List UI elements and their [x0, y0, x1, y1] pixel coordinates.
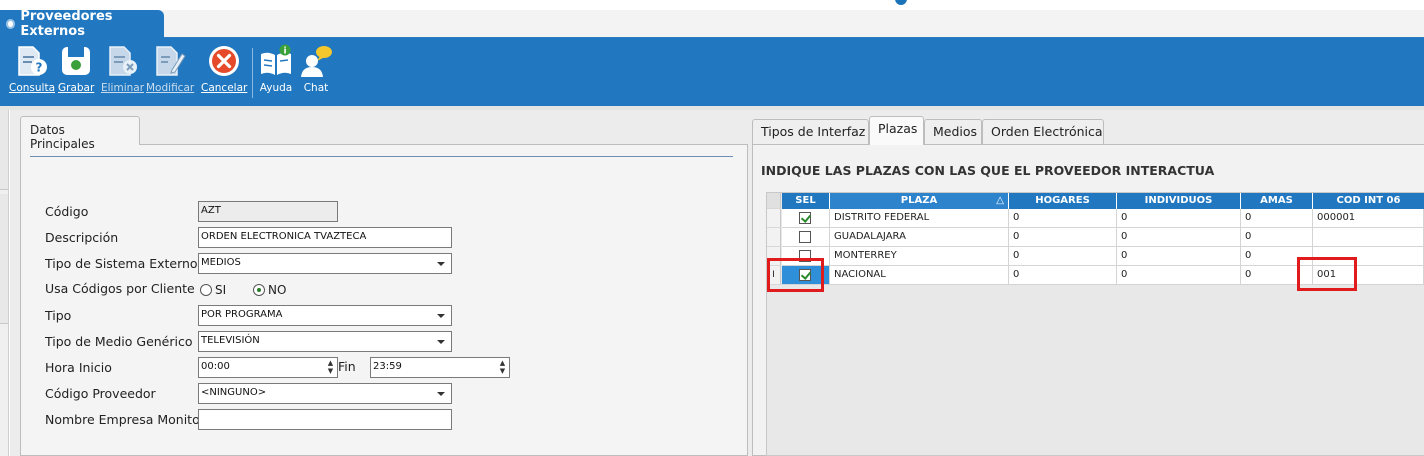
cancelar-button[interactable]: Cancelar [201, 44, 247, 94]
table-cell-hogares[interactable]: 0 [1009, 209, 1117, 228]
svg-text:?: ? [36, 61, 43, 75]
checkbox-unchecked-icon[interactable] [799, 231, 811, 243]
document-edit-icon [152, 44, 188, 78]
panel-divider [30, 156, 733, 157]
chat-button[interactable]: Chat [298, 44, 334, 94]
eliminar-button[interactable]: Eliminar [101, 44, 144, 94]
table-cell-individuos[interactable]: 0 [1117, 266, 1241, 285]
table-cell-plaza: GUADALAJARA [830, 228, 1009, 247]
radio-selected-icon [253, 284, 265, 296]
window-tab[interactable]: Proveedores Externos [0, 9, 164, 39]
toolbar-separator [252, 48, 253, 98]
row-header[interactable] [767, 228, 781, 247]
column-header-plaza[interactable]: PLAZA △ [830, 193, 1009, 209]
table-cell-amas[interactable]: 0 [1241, 209, 1313, 228]
table-cell-plaza: NACIONAL [830, 266, 1009, 285]
grabar-button[interactable]: Grabar [58, 44, 94, 94]
table-cell-hogares[interactable]: 0 [1009, 266, 1117, 285]
table-cell-amas[interactable]: 0 [1241, 228, 1313, 247]
consulta-button[interactable]: ? Consulta [9, 44, 55, 94]
checkbox-checked-icon[interactable] [799, 212, 811, 224]
document-delete-icon [105, 44, 141, 78]
row-header[interactable] [767, 209, 781, 228]
gutter-section-bottom [0, 194, 8, 324]
table-cell-plaza: DISTRITO FEDERAL [830, 209, 1009, 228]
tipo-select[interactable]: POR PROGRAMA [198, 305, 452, 326]
tipo-sistema-label: Tipo de Sistema Externo [45, 256, 198, 271]
descripcion-label: Descripción [45, 230, 119, 245]
nombre-empresa-field[interactable] [198, 409, 452, 430]
spinner-icon[interactable]: ▲ ▼ [498, 359, 507, 376]
chevron-down-icon [437, 262, 445, 266]
svg-text:i: i [283, 47, 286, 57]
tab-plazas[interactable]: Plazas [869, 116, 924, 145]
column-header-individuos[interactable]: INDIVIDUOS [1117, 193, 1241, 209]
fin-label: Fin [338, 359, 356, 374]
left-gutter[interactable] [0, 110, 9, 456]
highlight-box-cod [1297, 257, 1357, 291]
document-question-icon: ? [14, 44, 50, 78]
table-cell-individuos[interactable]: 0 [1117, 247, 1241, 266]
column-header-hogares[interactable]: HOGARES [1009, 193, 1117, 209]
column-header-sel[interactable]: SEL [782, 193, 830, 209]
chevron-down-icon [437, 392, 445, 396]
title-bar: Proveedores Externos [0, 9, 1424, 39]
codigo-field[interactable]: AZT [198, 201, 338, 222]
cancel-icon [206, 44, 242, 78]
grid-corner [767, 193, 781, 209]
tipo-sistema-select[interactable]: MEDIOS [198, 253, 452, 274]
tipo-medio-label: Tipo de Medio Genérico [45, 334, 193, 349]
table-cell-cod[interactable] [1313, 228, 1424, 247]
radio-circle-icon [200, 284, 212, 296]
help-book-icon: i [258, 44, 294, 78]
table-cell-sel[interactable] [782, 209, 830, 228]
fin-field[interactable]: 23:59 ▲ ▼ [370, 357, 510, 378]
table-cell-sel[interactable] [782, 228, 830, 247]
window-bullet-icon [6, 19, 16, 29]
top-strip [0, 0, 1424, 10]
hora-inicio-label: Hora Inicio [45, 360, 112, 375]
tab-orden-electronica[interactable]: Orden Electrónica [982, 119, 1104, 144]
table-cell-individuos[interactable]: 0 [1117, 228, 1241, 247]
descripcion-field[interactable]: ORDEN ELECTRONICA TVAZTECA [198, 227, 452, 248]
ayuda-button[interactable]: i Ayuda [258, 44, 294, 94]
window-title: Proveedores Externos [20, 9, 113, 39]
toolbar: ? Consulta Grabar Eliminar Modificar Can… [0, 38, 1424, 106]
table-cell-hogares[interactable]: 0 [1009, 247, 1117, 266]
tipo-label: Tipo [45, 308, 72, 323]
radio-no[interactable]: NO [253, 283, 286, 297]
radio-si[interactable]: SI [200, 283, 226, 297]
tab-datos-principales[interactable]: Datos Principales [20, 116, 140, 151]
modificar-button[interactable]: Modificar [146, 44, 194, 94]
highlight-box-sel [767, 258, 824, 292]
sort-ascending-icon: △ [996, 195, 1004, 206]
spinner-icon[interactable]: ▲ ▼ [326, 359, 335, 376]
table-cell-individuos[interactable]: 0 [1117, 209, 1241, 228]
table-cell-hogares[interactable]: 0 [1009, 228, 1117, 247]
chevron-down-icon [437, 314, 445, 318]
column-header-amas[interactable]: AMAS [1241, 193, 1313, 209]
plazas-heading: INDIQUE LAS PLAZAS CON LAS QUE EL PROVEE… [761, 163, 1215, 178]
codigo-proveedor-label: Código Proveedor [45, 386, 156, 401]
tab-medios[interactable]: Medios [924, 119, 982, 144]
table-cell-plaza: MONTERREY [830, 247, 1009, 266]
table-cell-cod[interactable]: 000001 [1313, 209, 1424, 228]
tab-tipos-interfaz[interactable]: Tipos de Interfaz [752, 119, 869, 144]
codigo-proveedor-select[interactable]: <NINGUNO> [198, 383, 452, 404]
tipo-medio-select[interactable]: TELEVISIÓN [198, 331, 452, 352]
codigo-label: Código [45, 204, 89, 219]
hora-inicio-field[interactable]: 00:00 ▲ ▼ [198, 357, 338, 378]
column-header-cod-int-06[interactable]: COD INT 06 [1313, 193, 1424, 209]
nombre-empresa-label: Nombre Empresa Monitor [45, 412, 205, 427]
save-icon [58, 44, 94, 78]
scroll-indicator-icon [895, 0, 907, 5]
usa-codigos-label: Usa Códigos por Cliente [45, 281, 195, 296]
gutter-section-top [0, 110, 8, 190]
chevron-down-icon [437, 340, 445, 344]
chat-user-icon [298, 44, 334, 78]
